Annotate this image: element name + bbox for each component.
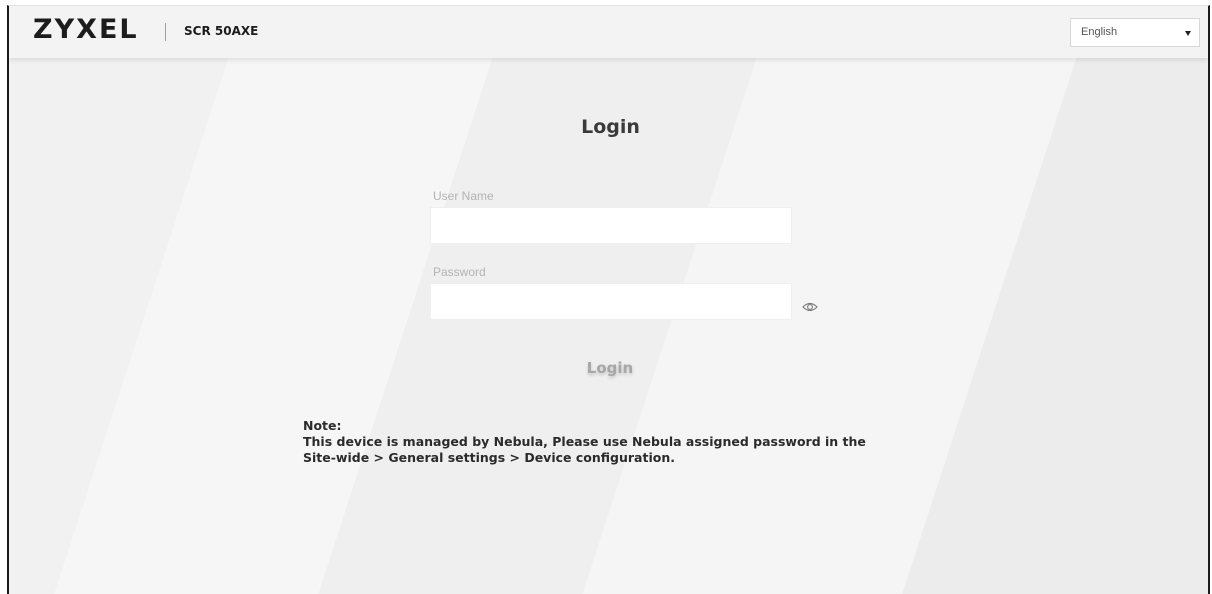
username-label: User Name — [433, 189, 494, 203]
language-selected-value: English — [1081, 26, 1118, 38]
caret-down-icon — [1185, 31, 1191, 36]
login-title: Login — [581, 116, 640, 138]
header-divider — [165, 23, 166, 41]
username-input[interactable] — [431, 208, 791, 243]
password-label: Password — [433, 265, 486, 279]
note-block: Note: This device is managed by Nebula, … — [303, 418, 866, 466]
note-line-1: This device is managed by Nebula, Please… — [303, 434, 866, 449]
page-frame: ZYXEL SCR 50AXE English Login User Name … — [7, 5, 1210, 594]
top-header: ZYXEL SCR 50AXE English — [9, 6, 1208, 58]
note-line-2: Site-wide > General settings > Device co… — [303, 450, 675, 465]
device-model: SCR 50AXE — [184, 24, 259, 38]
login-panel: Login User Name Password Login Note: Thi… — [9, 58, 1208, 594]
zyxel-logo: ZYXEL — [33, 14, 139, 45]
language-select[interactable]: English — [1070, 18, 1200, 47]
password-input[interactable] — [431, 284, 791, 319]
note-heading: Note: — [303, 418, 342, 433]
eye-icon[interactable] — [802, 301, 818, 313]
login-submit-button[interactable]: Login — [564, 354, 656, 382]
